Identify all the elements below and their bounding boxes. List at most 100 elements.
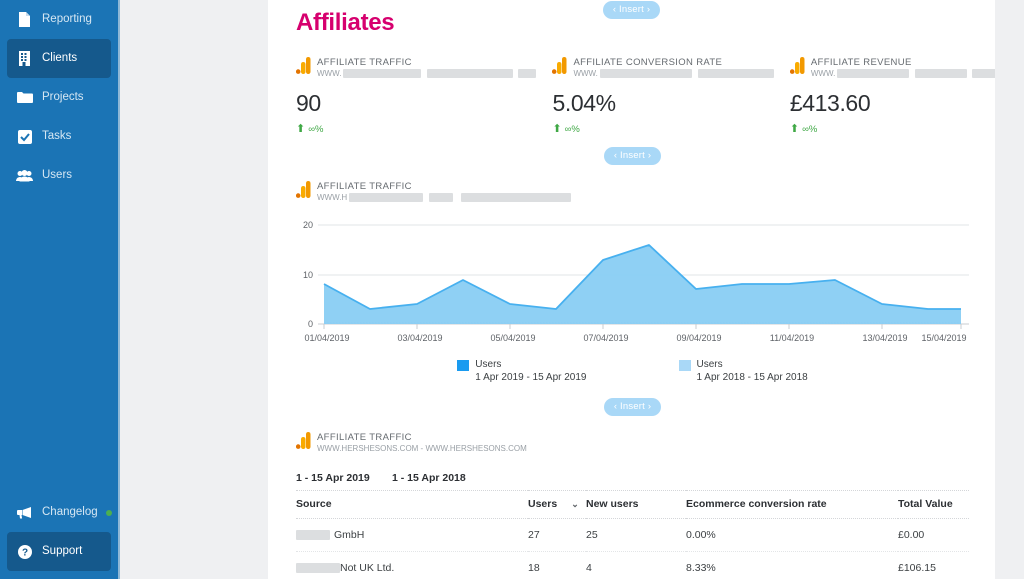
kpi-delta-value: ∞%: [564, 124, 580, 135]
chevron-down-icon[interactable]: ⌄: [571, 499, 579, 510]
insert-button[interactable]: ‹ Insert ›: [602, 1, 661, 19]
kpi-card-affiliate-traffic: AFFILIATE TRAFFIC WWW. 90 ⬆ ∞%: [295, 57, 552, 135]
table-widget: AFFILIATE TRAFFIC WWW.HERSHESONS.COM - W…: [295, 432, 969, 579]
legend-series-range: 1 Apr 2019 - 15 Apr 2019: [475, 372, 587, 383]
kpi-titles: AFFILIATE TRAFFIC WWW.: [317, 57, 537, 79]
kpi-card-affiliate-revenue: AFFILIATE REVENUE WWW. £413.60 ⬆ ∞%: [789, 57, 995, 136]
kpi-delta: ⬆ ∞%: [790, 124, 995, 136]
redacted-block: [429, 193, 454, 202]
chart-header: AFFILIATE TRAFFIC WWW.H: [295, 181, 969, 203]
chart-widget-name: AFFILIATE TRAFFIC: [317, 181, 412, 192]
insert-button[interactable]: ‹ Insert ›: [603, 398, 662, 416]
svg-text:05/04/2019: 05/04/2019: [490, 333, 535, 343]
chart-widget: AFFILIATE TRAFFIC WWW.H 20 10 0 01/04/20…: [295, 181, 969, 384]
kpi-titles: AFFILIATE CONVERSION RATE WWW.: [573, 57, 774, 79]
affiliate-traffic-area-chart: 20 10 0 01/04/2019 03/04/2019 05/04/2019…: [303, 220, 969, 343]
legend-series-name: Users: [475, 359, 502, 370]
table-row[interactable]: GmbH 27 25 0.00% £0.00: [296, 518, 969, 552]
xtick-marks: [323, 324, 962, 329]
sidebar-item-label: Users: [42, 168, 73, 181]
sidebar-item-label: Support: [42, 544, 83, 557]
content-gutter: [120, 0, 268, 579]
building-icon: [16, 51, 33, 66]
column-header-total-value[interactable]: Total Value: [898, 490, 969, 519]
kpi-url: WWW.: [573, 68, 774, 79]
svg-text:01/04/2019: 01/04/2019: [304, 333, 349, 343]
cell-users: 18: [528, 551, 586, 579]
users-icon: [16, 168, 33, 183]
table-header-row: Source Users ⌄ New users Ecommerce conve…: [296, 490, 969, 519]
source-suffix: GmbH: [334, 529, 365, 541]
sidebar: Reporting Clients Projects Tasks Users C…: [0, 0, 118, 579]
legend-series-name: Users: [696, 359, 723, 370]
kpi-value: 5.04%: [552, 90, 616, 116]
column-header-source[interactable]: Source: [296, 490, 528, 519]
panel-right-background: [995, 0, 1024, 579]
chart-canvas: 20 10 0 01/04/2019 03/04/2019 05/04/2019…: [296, 217, 969, 347]
insert-button-row-2: ‹ Insert ›: [296, 396, 969, 416]
redacted-block: [972, 69, 995, 78]
sidebar-item-label: Reporting: [42, 12, 92, 25]
legend-item-2018[interactable]: Users 1 Apr 2018 - 15 Apr 2018: [678, 359, 808, 384]
sidebar-item-label: Changelog: [42, 505, 98, 518]
legend-swatch: [457, 360, 470, 371]
sidebar-item-changelog[interactable]: Changelog: [7, 493, 112, 532]
arrow-up-icon: ⬆: [552, 123, 562, 135]
column-header-new-users[interactable]: New users: [586, 490, 686, 519]
legend-text: Users 1 Apr 2018 - 15 Apr 2018: [697, 359, 808, 384]
sidebar-item-label: Tasks: [42, 129, 72, 142]
legend-item-2019[interactable]: Users 1 Apr 2019 - 15 Apr 2019: [457, 359, 587, 384]
chart-titles: AFFILIATE TRAFFIC WWW.H: [317, 181, 969, 203]
kpi-url-prefix: WWW.: [810, 69, 836, 78]
sidebar-item-clients[interactable]: Clients: [7, 39, 111, 78]
table-header: AFFILIATE TRAFFIC WWW.HERSHESONS.COM - W…: [295, 432, 969, 454]
insert-button[interactable]: ‹ Insert ›: [603, 147, 662, 165]
sidebar-item-tasks[interactable]: Tasks: [7, 117, 111, 156]
legend-text: Users 1 Apr 2019 - 15 Apr 2019: [475, 359, 586, 384]
source-suffix: Not UK Ltd.: [340, 562, 395, 574]
legend-swatch: [678, 360, 691, 371]
svg-text:13/04/2019: 13/04/2019: [862, 333, 907, 343]
question-icon: ?: [16, 544, 33, 559]
table-widget-name: AFFILIATE TRAFFIC: [317, 432, 412, 443]
sidebar-item-support[interactable]: ? Support: [7, 532, 111, 571]
sidebar-item-label: Clients: [42, 51, 78, 64]
xtick-labels: 01/04/2019 03/04/2019 05/04/2019 07/04/2…: [304, 333, 966, 343]
folder-icon: [16, 90, 33, 105]
cell-total-value: £106.15: [898, 551, 969, 579]
redacted-block: [915, 69, 968, 78]
cell-source: GmbH: [296, 518, 528, 552]
kpi-card-affiliate-conversion-rate: AFFILIATE CONVERSION RATE WWW. 5.04% ⬆ ∞…: [552, 57, 789, 135]
kpi-url: WWW.: [811, 68, 995, 79]
changelog-badge-dot: [105, 509, 112, 516]
cell-ecommerce-rate: 0.00%: [686, 518, 898, 552]
column-header-ecommerce-rate[interactable]: Ecommerce conversion rate: [686, 490, 898, 519]
chart-legend: Users 1 Apr 2019 - 15 Apr 2019 Users 1 A…: [296, 359, 969, 384]
table-row[interactable]: Not UK Ltd. 18 4 8.33% £106.15: [296, 551, 969, 579]
google-analytics-icon: [295, 181, 311, 198]
insert-button-row-1: ‹ Insert ›: [296, 145, 969, 165]
chart-widget-url: WWW.H: [317, 192, 969, 203]
sidebar-item-projects[interactable]: Projects: [7, 78, 111, 117]
redacted-block: [427, 69, 514, 78]
app-root: Reporting Clients Projects Tasks Users C…: [0, 0, 1024, 579]
kpi-value: £413.60: [789, 90, 871, 116]
sidebar-item-users[interactable]: Users: [7, 156, 111, 195]
arrow-up-icon: ⬆: [296, 123, 306, 135]
table-head: Source Users ⌄ New users Ecommerce conve…: [296, 490, 969, 519]
redacted-block: [296, 563, 340, 573]
kpi-url-prefix: WWW.: [573, 69, 598, 78]
sidebar-secondary-nav: Changelog ? Support: [0, 493, 118, 579]
column-header-users-inner: Users ⌄: [528, 498, 579, 510]
redacted-block: [599, 69, 692, 78]
table-date-row: 1 - 15 Apr 2019 1 - 15 Apr 2018: [296, 472, 969, 484]
redacted-block: [461, 193, 572, 202]
column-header-users-label: Users: [528, 498, 558, 510]
date-primary: 1 - 15 Apr 2019: [296, 472, 370, 484]
svg-text:09/04/2019: 09/04/2019: [676, 333, 721, 343]
column-header-users[interactable]: Users ⌄: [528, 490, 586, 519]
cell-total-value: £0.00: [898, 518, 969, 552]
table-widget-url: WWW.HERSHESONS.COM - WWW.HERSHESONS.COM: [317, 444, 527, 453]
sidebar-item-reporting[interactable]: Reporting: [7, 0, 111, 39]
